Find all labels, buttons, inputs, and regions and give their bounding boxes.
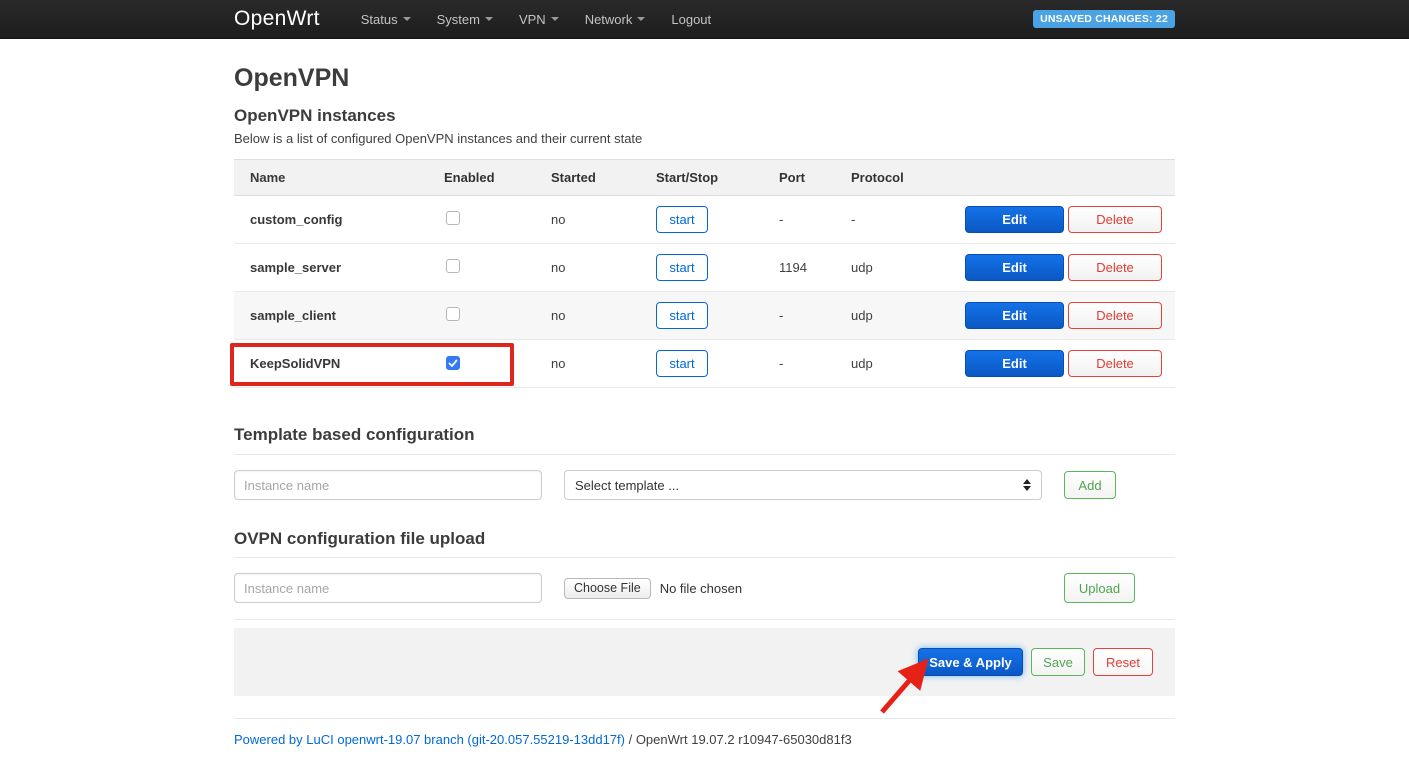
file-input-group: Choose File No file chosen [564,578,742,599]
nav-menu: Status System VPN Network Logout [348,0,724,38]
nav-item-label: Status [361,12,398,27]
save-apply-button[interactable]: Save & Apply [918,648,1023,676]
main-content: OpenVPN OpenVPN instances Below is a lis… [234,64,1175,748]
unsaved-changes-badge[interactable]: UNSAVED CHANGES: 22 [1033,10,1175,28]
table-row: custom_config no start - - Edit Delete [234,196,1175,244]
edit-button[interactable]: Edit [965,206,1064,233]
template-select-value: Select template ... [575,478,1023,493]
started-value: no [551,212,656,227]
reset-button[interactable]: Reset [1093,648,1153,676]
template-instance-name-input[interactable] [234,470,542,500]
column-header-port: Port [779,170,851,185]
table-header-row: Name Enabled Started Start/Stop Port Pro… [234,159,1175,196]
page-title: OpenVPN [234,64,1175,92]
delete-button[interactable]: Delete [1068,206,1162,233]
table-row: KeepSolidVPN no start - udp Edit Delete [234,340,1175,388]
footer: Powered by LuCI openwrt-19.07 branch (gi… [234,732,1175,748]
add-button[interactable]: Add [1064,471,1116,499]
navbar: OpenWrt Status System VPN Network Logout [0,0,1409,39]
start-button[interactable]: start [656,206,708,233]
column-header-started: Started [551,170,656,185]
nav-item-logout[interactable]: Logout [658,0,724,38]
upload-instance-name-input[interactable] [234,573,542,603]
chevron-down-icon [551,17,559,21]
edit-button[interactable]: Edit [965,302,1064,329]
divider [234,718,1175,719]
protocol-value: udp [851,308,964,323]
column-header-name: Name [234,170,444,185]
edit-button[interactable]: Edit [965,350,1064,377]
save-button[interactable]: Save [1031,648,1085,676]
port-value: 1194 [779,260,851,275]
table-row: sample_server no start 1194 udp Edit Del… [234,244,1175,292]
nav-item-label: Logout [671,12,711,27]
upload-section-title: OVPN configuration file upload [234,529,1175,549]
template-form-row: Select template ... Add [234,470,1175,500]
protocol-value: udp [851,356,964,371]
chevron-down-icon [485,17,493,21]
instance-name: KeepSolidVPN [234,356,444,371]
openwrt-version-text: / OpenWrt 19.07.2 r10947-65030d81f3 [625,732,852,747]
enabled-checkbox[interactable] [446,259,460,273]
delete-button[interactable]: Delete [1068,350,1162,377]
protocol-value: udp [851,260,964,275]
instances-section-description: Below is a list of configured OpenVPN in… [234,131,1175,147]
instances-table: Name Enabled Started Start/Stop Port Pro… [234,159,1175,388]
instance-name: custom_config [234,212,444,227]
divider [234,619,1175,620]
divider [234,557,1175,558]
upload-form-row: Choose File No file chosen Upload [234,573,1175,603]
nav-item-network[interactable]: Network [572,0,659,38]
no-file-chosen-text: No file chosen [660,581,742,596]
column-header-start-stop: Start/Stop [656,170,779,185]
instance-name: sample_server [234,260,444,275]
start-button[interactable]: start [656,254,708,281]
page-actions-bar: Save & Apply Save Reset [234,628,1175,696]
divider [234,454,1175,455]
start-button[interactable]: start [656,302,708,329]
check-icon [448,358,458,368]
delete-button[interactable]: Delete [1068,302,1162,329]
enabled-checkbox[interactable] [446,211,460,225]
nav-item-system[interactable]: System [424,0,506,38]
instance-name: sample_client [234,308,444,323]
delete-button[interactable]: Delete [1068,254,1162,281]
enabled-checkbox[interactable] [446,356,460,370]
select-arrows-icon [1023,479,1031,491]
nav-item-vpn[interactable]: VPN [506,0,572,38]
start-button[interactable]: start [656,350,708,377]
template-select[interactable]: Select template ... [564,470,1042,500]
nav-item-label: Network [585,12,633,27]
edit-button[interactable]: Edit [965,254,1064,281]
started-value: no [551,260,656,275]
port-value: - [779,308,851,323]
brand-logo[interactable]: OpenWrt [234,7,320,31]
choose-file-button[interactable]: Choose File [564,578,651,599]
enabled-checkbox[interactable] [446,307,460,321]
nav-item-label: VPN [519,12,546,27]
luci-branch-link[interactable]: Powered by LuCI openwrt-19.07 branch (gi… [234,732,625,747]
table-row: sample_client no start - udp Edit Delete [234,292,1175,340]
chevron-down-icon [403,17,411,21]
nav-item-status[interactable]: Status [348,0,424,38]
protocol-value: - [851,212,964,227]
started-value: no [551,356,656,371]
instances-section-title: OpenVPN instances [234,106,1175,126]
navbar-inner: OpenWrt Status System VPN Network Logout [234,0,1175,38]
nav-item-label: System [437,12,480,27]
chevron-down-icon [637,17,645,21]
port-value: - [779,212,851,227]
column-header-protocol: Protocol [851,170,964,185]
port-value: - [779,356,851,371]
upload-button[interactable]: Upload [1064,573,1135,603]
template-section-title: Template based configuration [234,425,1175,445]
started-value: no [551,308,656,323]
column-header-enabled: Enabled [444,170,551,185]
